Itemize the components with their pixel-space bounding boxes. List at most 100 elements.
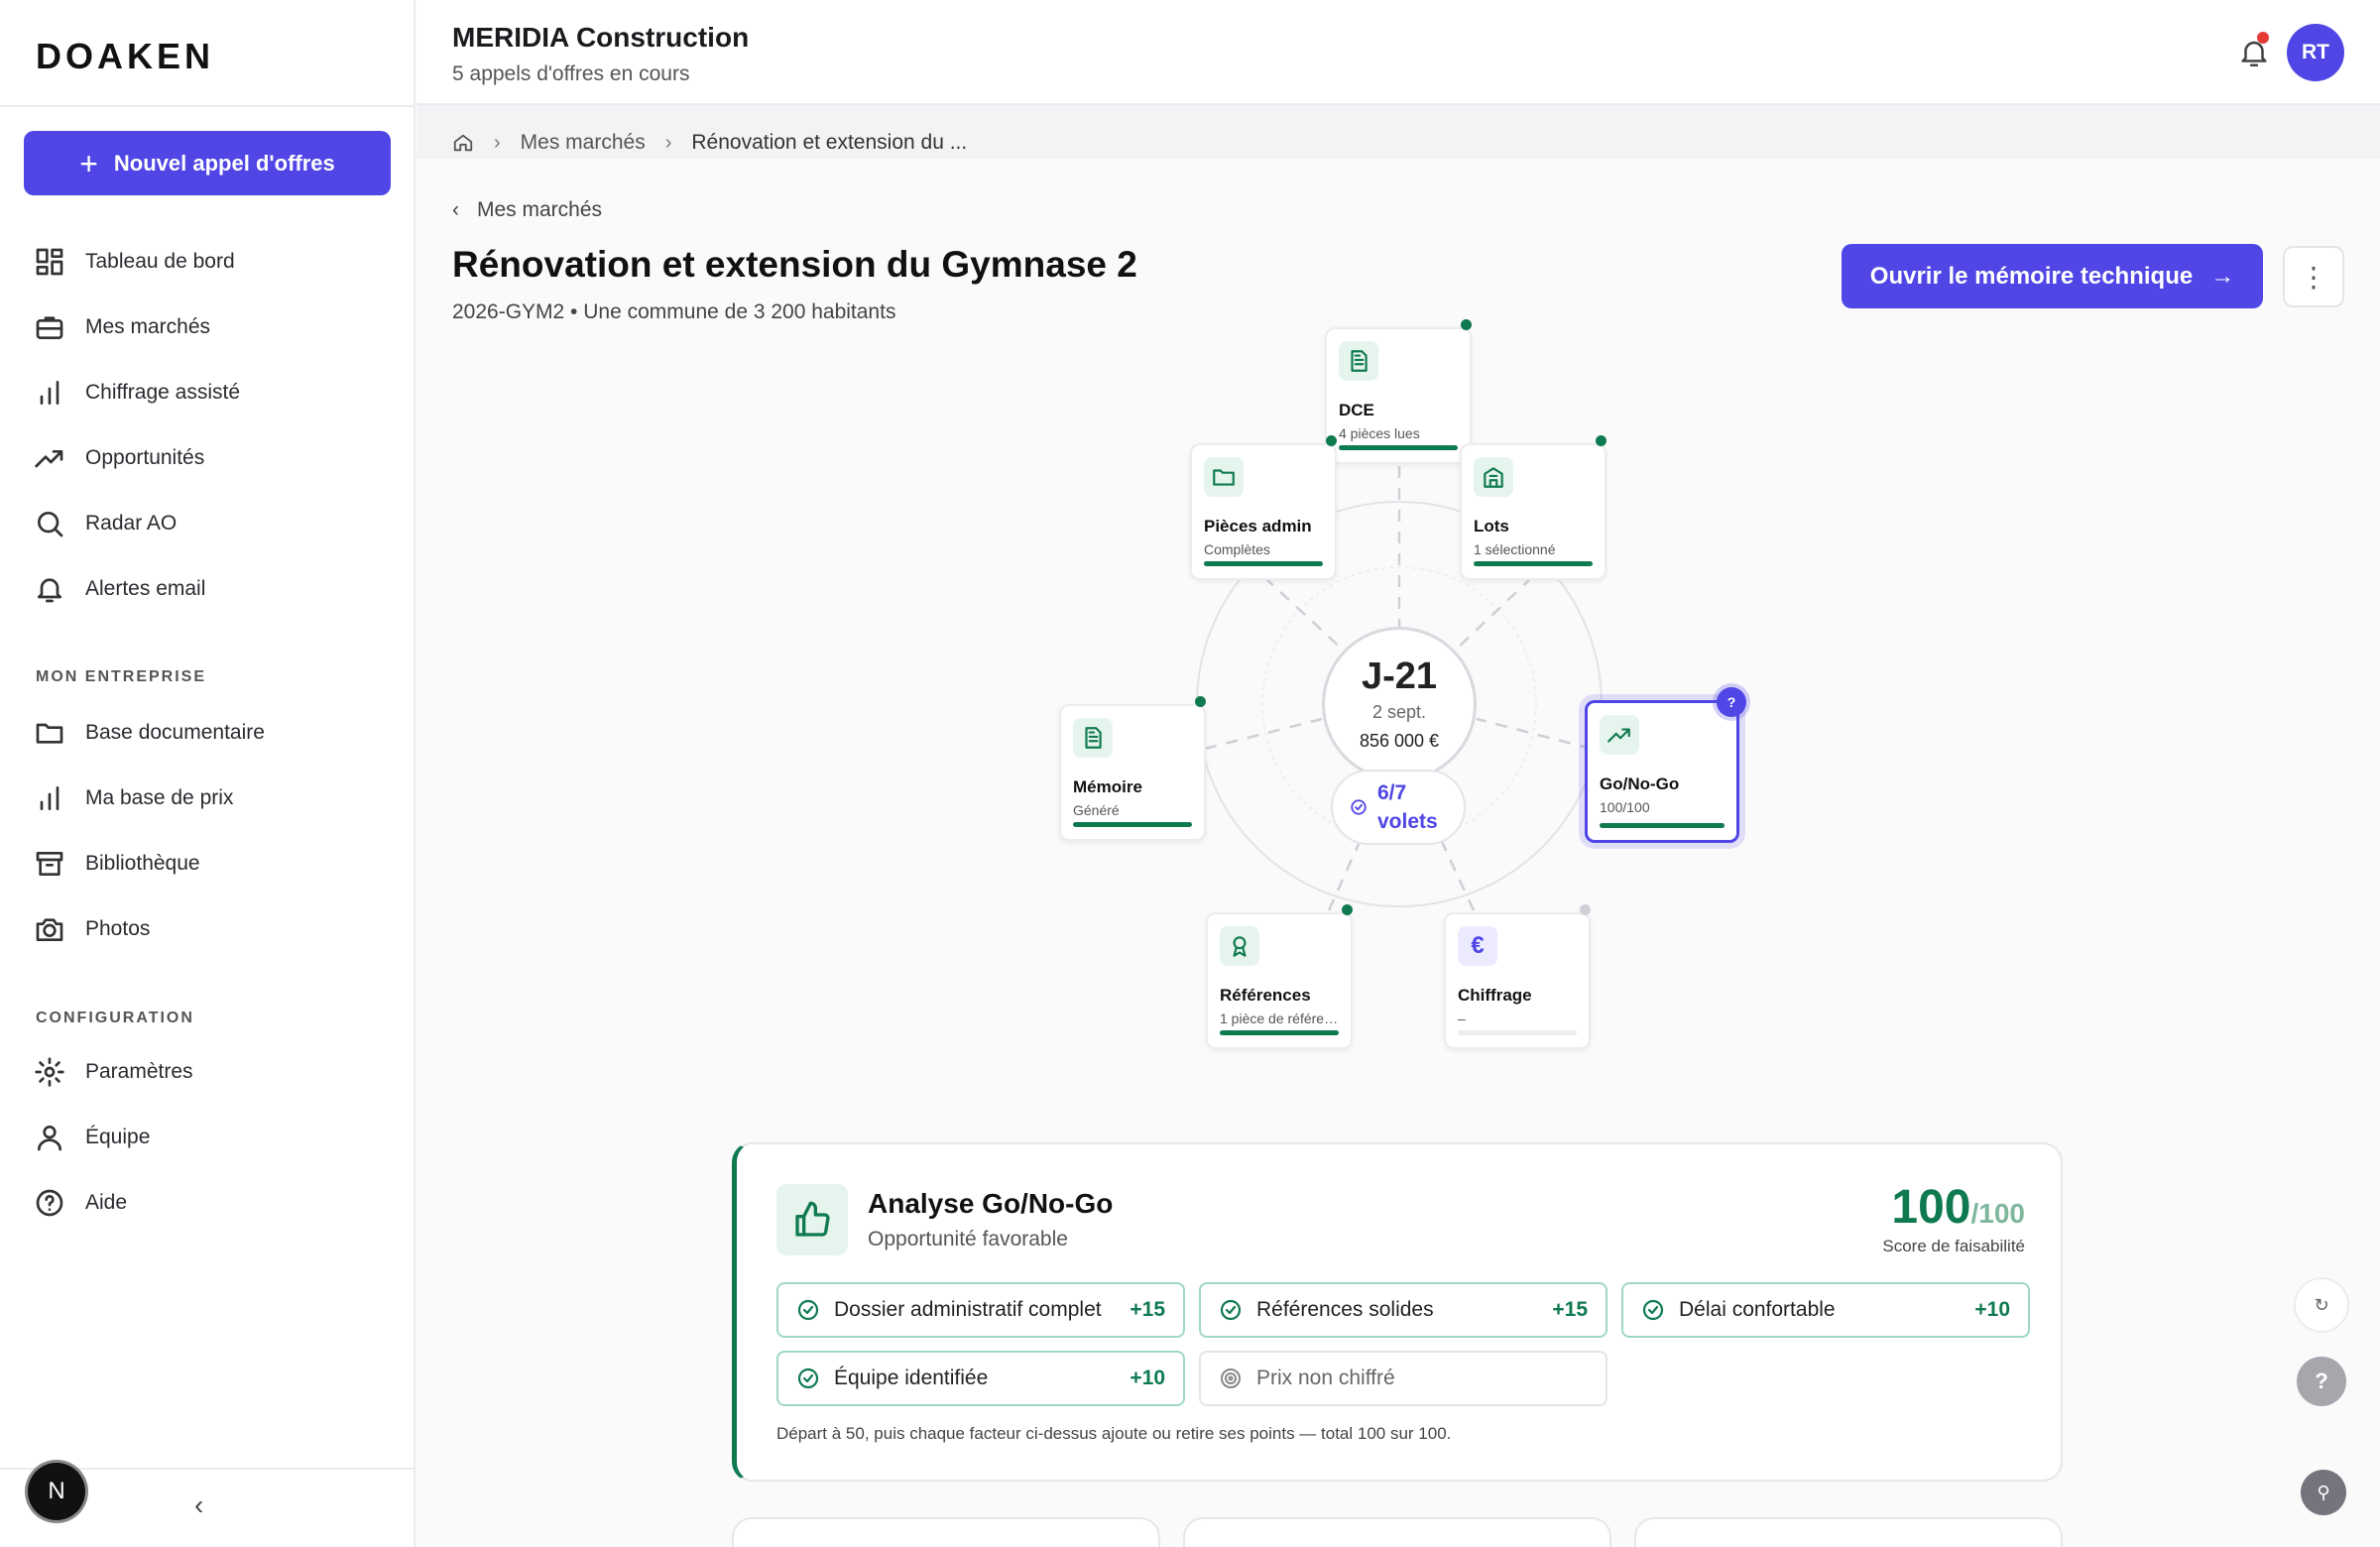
search-icon bbox=[38, 512, 63, 537]
node-status: 1 pièce de référence bbox=[1220, 1011, 1343, 1026]
breadcrumb: › Mes marchés › Rénovation et extension … bbox=[452, 131, 967, 155]
node-lots[interactable]: Lots 1 sélectionné bbox=[1460, 435, 1606, 580]
sidebar-item-label: Alertes email bbox=[85, 577, 206, 600]
sidebar-item-label: Équipe bbox=[85, 1126, 151, 1148]
open-technical-memo-label: Ouvrir le mémoire technique bbox=[1869, 262, 2194, 290]
sidebar-item-documents[interactable]: Base documentaire bbox=[34, 711, 265, 755]
node-title: DCE bbox=[1339, 401, 1374, 419]
archive-icon bbox=[36, 852, 63, 876]
sidebar-item-markets[interactable]: Mes marchés bbox=[34, 305, 210, 349]
check-circle-icon bbox=[1642, 1299, 1664, 1321]
chevron-right-icon: › bbox=[664, 131, 672, 154]
check-circle-icon bbox=[1351, 799, 1367, 815]
open-technical-memo-button[interactable]: Ouvrir le mémoire technique → bbox=[1842, 244, 2263, 308]
help-icon[interactable]: ? bbox=[2297, 1357, 2346, 1406]
back-link[interactable]: ‹ Mes marchés bbox=[452, 198, 602, 222]
help-badge[interactable]: ? bbox=[1717, 687, 1746, 717]
sidebar-divider bbox=[0, 105, 414, 107]
target-icon bbox=[1221, 1368, 1241, 1388]
go-no-go-card: Analyse Go/No-Go Opportunité favorable 1… bbox=[732, 1142, 2063, 1482]
sidebar-item-photos[interactable]: Photos bbox=[34, 907, 150, 951]
new-tender-button[interactable]: + Nouvel appel d'offres bbox=[24, 131, 391, 195]
node-references[interactable]: Références 1 pièce de référence bbox=[1206, 904, 1353, 1049]
node-progress bbox=[1073, 822, 1192, 827]
score-explanation: Départ à 50, puis chaque facteur ci-dess… bbox=[776, 1424, 1452, 1443]
collapse-sidebar-icon[interactable]: ‹ bbox=[194, 1489, 203, 1521]
back-link-label: Mes marchés bbox=[477, 198, 603, 221]
countdown: J-21 bbox=[1361, 655, 1438, 697]
sidebar-item-label: Aide bbox=[85, 1191, 128, 1214]
bottom-avatar[interactable]: N bbox=[28, 1463, 85, 1520]
node-memoire[interactable]: Mémoire Généré bbox=[1059, 696, 1206, 841]
deadline-date: 2 sept. bbox=[1371, 702, 1427, 722]
node-title: Chiffrage bbox=[1458, 986, 1532, 1005]
plus-icon: + bbox=[79, 145, 98, 181]
factor-label: Délai confortable bbox=[1679, 1298, 1836, 1321]
sidebar-item-alerts[interactable]: Alertes email bbox=[34, 567, 205, 611]
euro-icon: € bbox=[1458, 926, 1497, 966]
node-status: Complètes bbox=[1204, 541, 1270, 557]
factor-points: +15 bbox=[1130, 1298, 1165, 1321]
sidebar-item-label: Radar AO bbox=[85, 512, 178, 535]
factor-price: Prix non chiffré bbox=[1199, 1351, 1607, 1406]
status-dot bbox=[1580, 904, 1591, 915]
refresh-icon[interactable]: ↻ bbox=[2294, 1277, 2349, 1333]
node-go-no-go[interactable]: Go/No-Go 100/100 ? bbox=[1585, 687, 1746, 843]
user-avatar[interactable]: RT bbox=[2287, 24, 2344, 81]
node-title: Go/No-Go bbox=[1600, 774, 1680, 793]
sidebar-item-label: Opportunités bbox=[85, 446, 205, 469]
factor-label: Équipe identifiée bbox=[834, 1367, 989, 1389]
check-circle-icon bbox=[797, 1299, 819, 1321]
node-title: Pièces admin bbox=[1204, 517, 1312, 536]
sidebar-item-help[interactable]: Aide bbox=[34, 1181, 127, 1225]
tender-amount: 856 000 € bbox=[1359, 731, 1440, 751]
go-no-go-title: Analyse Go/No-Go bbox=[868, 1188, 1114, 1219]
sidebar-item-label: Photos bbox=[85, 917, 151, 940]
sidebar-item-label: Bibliothèque bbox=[85, 852, 200, 875]
app-logo: DOAKEN bbox=[36, 36, 215, 76]
node-title: Mémoire bbox=[1073, 777, 1142, 796]
trending-icon bbox=[1600, 715, 1639, 755]
company-tender-count: 5 appels d'offres en cours bbox=[452, 62, 690, 85]
summary-card bbox=[1634, 1517, 2063, 1547]
sidebar-item-dashboard[interactable]: Tableau de bord bbox=[34, 240, 235, 284]
node-progress bbox=[1220, 1030, 1339, 1035]
factor-label: Prix non chiffré bbox=[1256, 1367, 1395, 1389]
award-icon bbox=[1220, 926, 1259, 966]
status-dot bbox=[1342, 904, 1353, 915]
more-options-button[interactable]: ⋮ bbox=[2283, 246, 2344, 307]
sidebar-item-team[interactable]: Équipe bbox=[34, 1116, 150, 1159]
node-chiffrage[interactable]: € Chiffrage – bbox=[1444, 904, 1591, 1049]
summary-card bbox=[732, 1517, 1160, 1547]
sidebar-item-settings[interactable]: Paramètres bbox=[34, 1050, 193, 1094]
accessibility-icon[interactable]: ⚲ bbox=[2301, 1470, 2346, 1515]
volets-count: 6/7 volets bbox=[1377, 780, 1438, 833]
new-tender-label: Nouvel appel d'offres bbox=[113, 150, 335, 176]
chevron-right-icon: › bbox=[494, 131, 501, 154]
sidebar-item-radar[interactable]: Radar AO bbox=[34, 502, 177, 545]
home-icon[interactable] bbox=[452, 132, 474, 154]
check-circle-icon bbox=[797, 1368, 819, 1389]
arrow-right-icon: → bbox=[2210, 262, 2235, 290]
factor-points: +15 bbox=[1552, 1298, 1588, 1321]
sidebar-item-pricing[interactable]: Chiffrage assisté bbox=[34, 371, 240, 415]
sidebar: DOAKEN + Nouvel appel d'offres Tableau d… bbox=[0, 0, 416, 1547]
workflow-diagram: DCE 4 pièces lues Pièces admin Complètes… bbox=[1041, 317, 1755, 1071]
factor-admin: Dossier administratif complet +15 bbox=[776, 1282, 1185, 1338]
node-admin-docs[interactable]: Pièces admin Complètes bbox=[1190, 435, 1337, 580]
node-status: 100/100 bbox=[1600, 799, 1650, 815]
breadcrumb-markets[interactable]: Mes marchés bbox=[521, 131, 646, 155]
sidebar-item-library[interactable]: Bibliothèque bbox=[34, 842, 200, 886]
factor-points: +10 bbox=[1130, 1367, 1165, 1389]
folder-icon bbox=[36, 723, 63, 744]
briefcase-icon bbox=[36, 316, 63, 339]
factor-references: Références solides +15 bbox=[1199, 1282, 1607, 1338]
sidebar-item-opportunities[interactable]: Opportunités bbox=[34, 436, 204, 480]
breadcrumb-current: Rénovation et extension du ... bbox=[691, 131, 968, 154]
folder-icon bbox=[1204, 457, 1244, 497]
node-dce[interactable]: DCE 4 pièces lues bbox=[1325, 319, 1472, 464]
check-circle-icon bbox=[1220, 1299, 1242, 1321]
sidebar-item-prices[interactable]: Ma base de prix bbox=[34, 776, 233, 820]
sidebar-item-label: Chiffrage assisté bbox=[85, 381, 241, 404]
bar-chart-icon bbox=[40, 786, 60, 810]
